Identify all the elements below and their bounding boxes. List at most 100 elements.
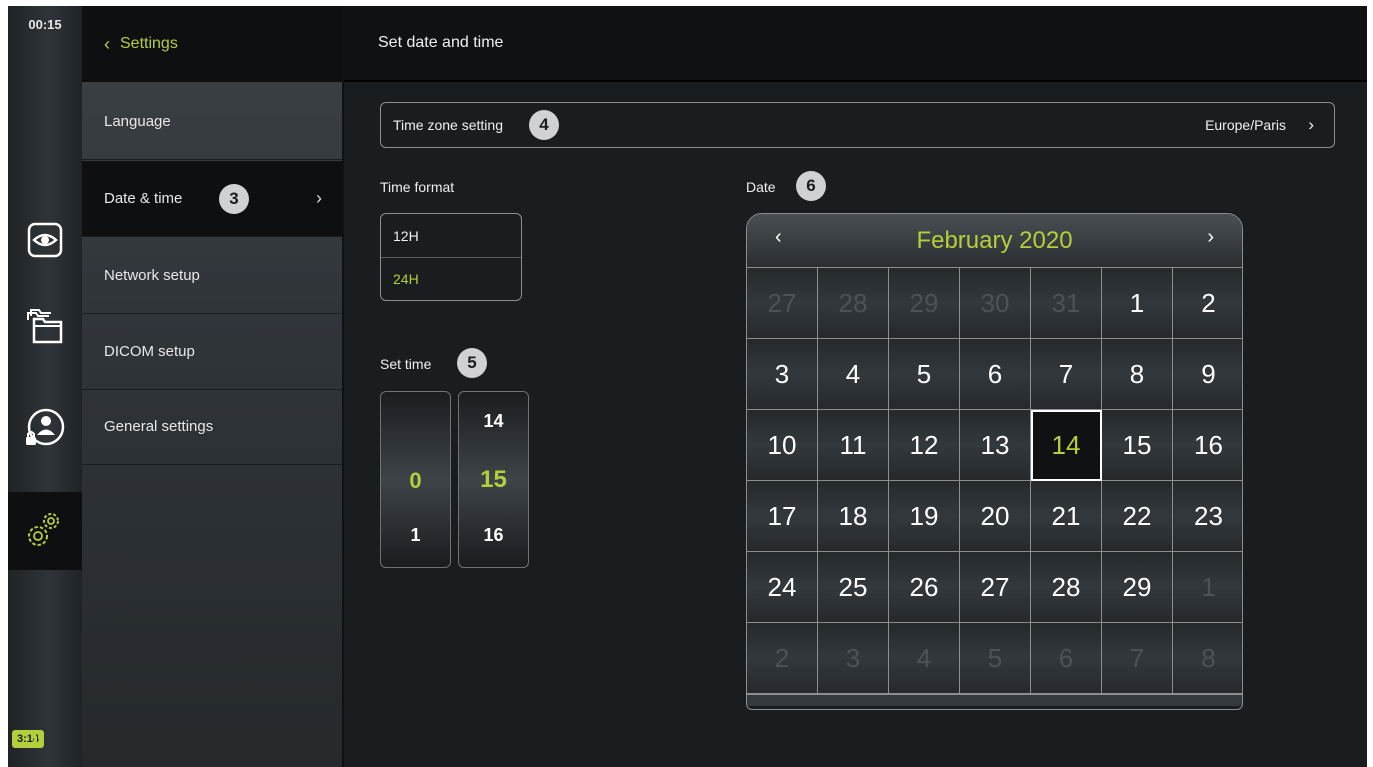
calendar-day[interactable]: 7 — [1102, 623, 1173, 694]
calendar-grid: 27 28 29 30 31 1 2 3 4 5 6 7 8 9 10 11 12 13 14 15 16 17 18 19 2… — [747, 267, 1242, 694]
hour-selected: 0 — [409, 468, 422, 493]
settings-back-button[interactable]: ‹ Settings — [82, 6, 342, 82]
calendar-day[interactable]: 30 — [960, 268, 1031, 339]
menu-item-label: General settings — [104, 418, 214, 435]
chevron-left-icon: ‹ — [104, 33, 110, 54]
calendar-day[interactable]: 8 — [1102, 339, 1173, 410]
callout-badge-6: 6 — [796, 171, 826, 201]
user-lock-icon — [24, 407, 66, 454]
calendar-day[interactable]: 10 — [747, 410, 818, 481]
menu-item-date-time[interactable]: Date & time 3 › — [82, 161, 342, 237]
battery-level: 3:14 — [12, 730, 45, 748]
menu-item-language[interactable]: Language — [82, 84, 342, 160]
menu-item-label: Network setup — [104, 267, 200, 284]
calendar-day[interactable]: 9 — [1173, 339, 1242, 410]
calendar-day[interactable]: 24 — [747, 552, 818, 623]
calendar-day[interactable]: 17 — [747, 481, 818, 552]
calendar-day[interactable]: 3 — [747, 339, 818, 410]
battery-indicator: 3:14 — [12, 730, 45, 748]
time-format-24h[interactable]: 24H — [381, 257, 521, 300]
menu-item-label: Language — [104, 113, 171, 130]
minute-next: 16 — [483, 525, 504, 545]
calendar-day[interactable]: 8 — [1173, 623, 1242, 694]
chevron-right-icon: › — [1308, 115, 1314, 134]
clock: 00:15 — [28, 17, 62, 32]
archive-button[interactable] — [8, 290, 82, 366]
calendar-day[interactable]: 15 — [1102, 410, 1173, 481]
calendar-day[interactable]: 23 — [1173, 481, 1242, 552]
calendar-day[interactable]: 29 — [1102, 552, 1173, 623]
calendar-day[interactable]: 1 — [1102, 268, 1173, 339]
calendar-day[interactable]: 6 — [1031, 623, 1102, 694]
settings-title: Settings — [120, 35, 178, 52]
settings-button[interactable] — [8, 492, 82, 570]
menu-item-general-settings[interactable]: General settings — [82, 389, 342, 465]
hour-wheel[interactable]: 0 1 — [380, 391, 451, 568]
minute-selected: 15 — [480, 466, 507, 493]
calendar-day[interactable]: 28 — [1031, 552, 1102, 623]
calendar-day[interactable]: 28 — [818, 268, 889, 339]
calendar-day[interactable]: 2 — [747, 623, 818, 694]
calendar-day[interactable]: 27 — [960, 552, 1031, 623]
calendar: ‹ February 2020 › 27 28 29 30 31 1 2 3 4 5 6 7 8 9 10 1… — [746, 213, 1243, 710]
live-view-button[interactable] — [8, 204, 82, 280]
calendar-day[interactable]: 5 — [960, 623, 1031, 694]
date-label: Date — [746, 179, 776, 195]
calendar-day[interactable]: 25 — [818, 552, 889, 623]
main-panel: Set date and time Time zone setting 4 Eu… — [342, 6, 1367, 767]
calendar-day[interactable]: 22 — [1102, 481, 1173, 552]
calendar-day[interactable]: 21 — [1031, 481, 1102, 552]
calendar-day[interactable]: 7 — [1031, 339, 1102, 410]
callout-badge-3: 3 — [219, 184, 249, 214]
calendar-day[interactable]: 4 — [818, 339, 889, 410]
calendar-month: February 2020 — [916, 226, 1073, 254]
calendar-day[interactable]: 19 — [889, 481, 960, 552]
callout-badge-5: 5 — [457, 348, 487, 378]
screen: 00:15 3:14 ‹ Settings Language Date & ti… — [8, 6, 1367, 767]
page-title: Set date and time — [344, 6, 1367, 82]
menu-item-label: Date & time — [104, 190, 183, 207]
calendar-day[interactable]: 11 — [818, 410, 889, 481]
hour-next: 1 — [410, 525, 421, 545]
icon-rail: 00:15 3:14 — [8, 6, 82, 767]
time-format-label: Time format — [380, 179, 455, 195]
calendar-footer — [747, 694, 1242, 706]
calendar-day[interactable]: 16 — [1173, 410, 1242, 481]
timezone-setting-button[interactable]: Time zone setting 4 Europe/Paris › — [380, 102, 1335, 148]
menu-item-dicom-setup[interactable]: DICOM setup — [82, 314, 342, 390]
calendar-day[interactable]: 6 — [960, 339, 1031, 410]
timezone-label: Time zone setting — [393, 117, 503, 133]
calendar-day[interactable]: 5 — [889, 339, 960, 410]
minute-wheel[interactable]: 14 15 16 — [458, 391, 529, 568]
calendar-day[interactable]: 2 — [1173, 268, 1242, 339]
calendar-day[interactable]: 20 — [960, 481, 1031, 552]
calendar-day[interactable]: 26 — [889, 552, 960, 623]
set-time-label: Set time — [380, 356, 432, 372]
calendar-day[interactable]: 12 — [889, 410, 960, 481]
time-format-12h[interactable]: 12H — [381, 214, 521, 257]
user-lock-button[interactable] — [8, 392, 82, 468]
calendar-day[interactable]: 18 — [818, 481, 889, 552]
calendar-day[interactable]: 29 — [889, 268, 960, 339]
prev-month-button[interactable]: ‹ — [775, 226, 782, 249]
calendar-day[interactable]: 31 — [1031, 268, 1102, 339]
calendar-day-selected[interactable]: 14 — [1031, 410, 1102, 481]
live-view-icon — [27, 222, 63, 263]
timezone-value: Europe/Paris — [1205, 117, 1286, 133]
menu-item-network-setup[interactable]: Network setup — [82, 238, 342, 314]
chevron-right-icon: › — [316, 188, 322, 208]
settings-menu: ‹ Settings Language Date & time 3 › Netw… — [82, 6, 342, 767]
calendar-header: ‹ February 2020 › — [747, 214, 1242, 267]
minute-prev: 14 — [483, 411, 504, 431]
callout-badge-4: 4 — [529, 110, 559, 140]
calendar-day[interactable]: 1 — [1173, 552, 1242, 623]
battery-tip — [34, 735, 38, 743]
next-month-button[interactable]: › — [1207, 226, 1214, 249]
calendar-day[interactable]: 4 — [889, 623, 960, 694]
time-format-selector: 12H 24H — [380, 213, 522, 301]
calendar-day[interactable]: 13 — [960, 410, 1031, 481]
calendar-day[interactable]: 3 — [818, 623, 889, 694]
calendar-day[interactable]: 27 — [747, 268, 818, 339]
menu-item-label: DICOM setup — [104, 343, 195, 360]
settings-gears-icon — [25, 509, 65, 554]
